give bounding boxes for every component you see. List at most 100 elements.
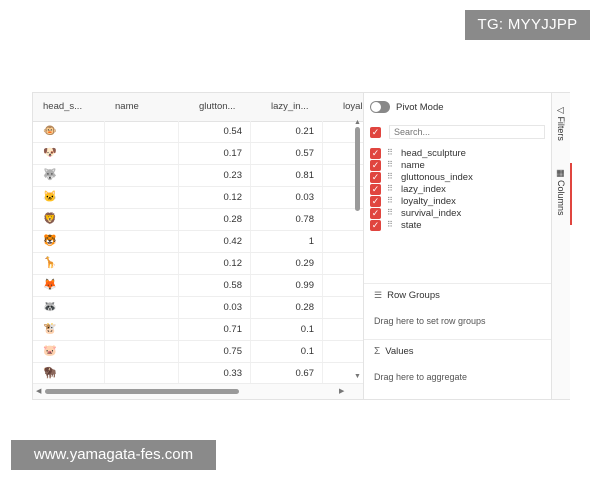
vertical-scrollbar[interactable]: ▲ ▼	[353, 119, 363, 383]
lazy-cell[interactable]: 0.1	[251, 341, 323, 362]
scroll-up-icon[interactable]: ▲	[354, 119, 361, 126]
name-cell[interactable]	[105, 319, 179, 340]
lazy-cell[interactable]: 0.03	[251, 187, 323, 208]
row-groups-dropzone[interactable]: Drag here to set row groups	[374, 316, 486, 326]
table-row[interactable]: 🐵 0.54 0.21	[33, 121, 363, 143]
name-cell[interactable]	[105, 275, 179, 296]
column-item[interactable]: ✓ ⠿ gluttonous_index	[370, 171, 473, 183]
gluttonous-cell[interactable]: 0.17	[179, 143, 251, 164]
drag-handle-icon[interactable]: ⠿	[387, 149, 395, 157]
column-search-input[interactable]	[389, 125, 545, 139]
head-sculpture-cell[interactable]: 🦒	[33, 253, 105, 274]
head-sculpture-cell[interactable]: 🦁	[33, 209, 105, 230]
column-checkbox[interactable]: ✓	[370, 195, 381, 207]
head-sculpture-cell[interactable]: 🦝	[33, 297, 105, 318]
scroll-right-icon[interactable]: ▶	[339, 387, 344, 395]
lazy-cell[interactable]: 0.28	[251, 297, 323, 318]
name-cell[interactable]	[105, 187, 179, 208]
name-cell[interactable]	[105, 297, 179, 318]
lazy-cell[interactable]: 0.78	[251, 209, 323, 230]
head-sculpture-cell[interactable]: 🦊	[33, 275, 105, 296]
gluttonous-cell[interactable]: 0.28	[179, 209, 251, 230]
column-item[interactable]: ✓ ⠿ loyalty_index	[370, 195, 473, 207]
select-all-checkbox[interactable]: ✓	[370, 126, 381, 138]
values-dropzone[interactable]: Drag here to aggregate	[374, 372, 467, 382]
head-sculpture-cell[interactable]: 🐱	[33, 187, 105, 208]
lazy-cell[interactable]: 0.29	[251, 253, 323, 274]
name-cell[interactable]	[105, 231, 179, 252]
table-row[interactable]: 🐷 0.75 0.1	[33, 341, 363, 363]
column-item[interactable]: ✓ ⠿ lazy_index	[370, 183, 473, 195]
lazy-cell[interactable]: 1	[251, 231, 323, 252]
scroll-down-icon[interactable]: ▼	[354, 373, 361, 380]
column-checkbox[interactable]: ✓	[370, 147, 381, 159]
gluttonous-cell[interactable]: 0.12	[179, 253, 251, 274]
table-row[interactable]: 🦝 0.03 0.28	[33, 297, 363, 319]
name-cell[interactable]	[105, 121, 179, 142]
column-item[interactable]: ✓ ⠿ state	[370, 219, 473, 231]
lazy-cell[interactable]: 0.81	[251, 165, 323, 186]
head-sculpture-cell[interactable]: 🐺	[33, 165, 105, 186]
pivot-mode-toggle[interactable]	[370, 101, 390, 113]
horizontal-scroll-thumb[interactable]	[45, 389, 239, 394]
head-sculpture-cell[interactable]: 🐷	[33, 341, 105, 362]
head-sculpture-cell[interactable]: 🐯	[33, 231, 105, 252]
column-item[interactable]: ✓ ⠿ survival_index	[370, 207, 473, 219]
column-checkbox[interactable]: ✓	[370, 171, 381, 183]
tab-filters[interactable]: ▽ Filters	[552, 103, 570, 159]
gluttonous-cell[interactable]: 0.03	[179, 297, 251, 318]
scroll-left-icon[interactable]: ◀	[36, 387, 41, 395]
lazy-cell[interactable]: 0.57	[251, 143, 323, 164]
header-lazy[interactable]: lazy_in...	[251, 93, 323, 121]
name-cell[interactable]	[105, 341, 179, 362]
table-row[interactable]: 🐶 0.17 0.57	[33, 143, 363, 165]
pivot-mode-row[interactable]: Pivot Mode	[370, 99, 444, 115]
gluttonous-cell[interactable]: 0.58	[179, 275, 251, 296]
column-checkbox[interactable]: ✓	[370, 183, 381, 195]
lazy-cell[interactable]: 0.99	[251, 275, 323, 296]
header-name[interactable]: name	[105, 93, 179, 121]
gluttonous-cell[interactable]: 0.75	[179, 341, 251, 362]
drag-handle-icon[interactable]: ⠿	[387, 161, 395, 169]
gluttonous-cell[interactable]: 0.71	[179, 319, 251, 340]
vertical-scroll-thumb[interactable]	[355, 127, 360, 211]
table-row[interactable]: 🦬 0.33 0.67	[33, 363, 363, 383]
column-item[interactable]: ✓ ⠿ head_sculpture	[370, 147, 473, 159]
gluttonous-cell[interactable]: 0.42	[179, 231, 251, 252]
gluttonous-cell[interactable]: 0.12	[179, 187, 251, 208]
column-item[interactable]: ✓ ⠿ name	[370, 159, 473, 171]
name-cell[interactable]	[105, 165, 179, 186]
drag-handle-icon[interactable]: ⠿	[387, 197, 395, 205]
name-cell[interactable]	[105, 209, 179, 230]
tab-columns[interactable]: ▦ Columns	[552, 163, 572, 225]
column-checkbox[interactable]: ✓	[370, 219, 381, 231]
table-row[interactable]: 🦁 0.28 0.78	[33, 209, 363, 231]
name-cell[interactable]	[105, 253, 179, 274]
table-row[interactable]: 🐱 0.12 0.03	[33, 187, 363, 209]
drag-handle-icon[interactable]: ⠿	[387, 173, 395, 181]
drag-handle-icon[interactable]: ⠿	[387, 221, 395, 229]
column-checkbox[interactable]: ✓	[370, 159, 381, 171]
table-row[interactable]: 🦊 0.58 0.99	[33, 275, 363, 297]
table-row[interactable]: 🦒 0.12 0.29	[33, 253, 363, 275]
head-sculpture-cell[interactable]: 🐵	[33, 121, 105, 142]
gluttonous-cell[interactable]: 0.33	[179, 363, 251, 383]
head-sculpture-cell[interactable]: 🐮	[33, 319, 105, 340]
header-gluttonous[interactable]: glutton...	[179, 93, 251, 121]
head-sculpture-cell[interactable]: 🐶	[33, 143, 105, 164]
lazy-cell[interactable]: 0.21	[251, 121, 323, 142]
header-head-sculpture[interactable]: head_s...	[33, 93, 105, 121]
lazy-cell[interactable]: 0.67	[251, 363, 323, 383]
column-checkbox[interactable]: ✓	[370, 207, 381, 219]
header-loyalty[interactable]: loyal	[333, 93, 363, 121]
gluttonous-cell[interactable]: 0.23	[179, 165, 251, 186]
lazy-cell[interactable]: 0.1	[251, 319, 323, 340]
gluttonous-cell[interactable]: 0.54	[179, 121, 251, 142]
table-row[interactable]: 🐯 0.42 1	[33, 231, 363, 253]
horizontal-scrollbar[interactable]: ◀ ▶	[33, 383, 363, 399]
name-cell[interactable]	[105, 143, 179, 164]
table-row[interactable]: 🐺 0.23 0.81	[33, 165, 363, 187]
table-row[interactable]: 🐮 0.71 0.1	[33, 319, 363, 341]
head-sculpture-cell[interactable]: 🦬	[33, 363, 105, 383]
name-cell[interactable]	[105, 363, 179, 383]
